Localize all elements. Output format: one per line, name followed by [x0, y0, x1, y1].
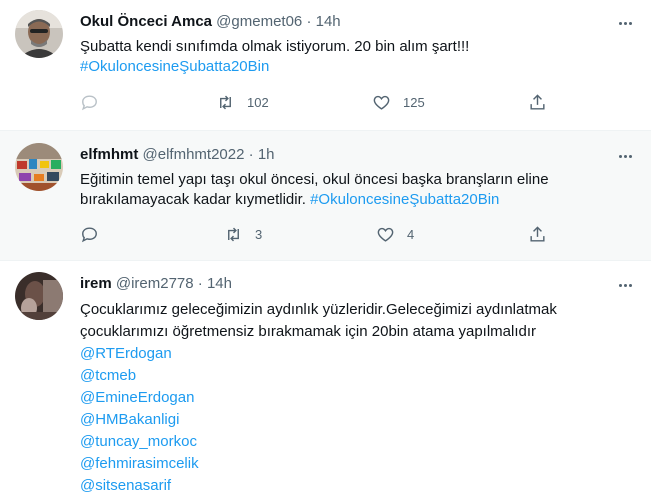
tweet-text-line: bırakılamayacak kadar kıymetlidir. #Okul… — [80, 190, 549, 210]
display-name[interactable]: Okul Önceci Amca — [80, 13, 212, 30]
separator-dot: · — [248, 146, 254, 163]
avatar[interactable] — [15, 272, 63, 320]
display-name[interactable]: irem — [80, 275, 112, 292]
tweet-header: irem @irem2778 · 14h — [80, 274, 232, 294]
tweet-text-line: Çocuklarımız geleceğimizin aydınlık yüzl… — [80, 301, 557, 318]
reply-icon — [81, 227, 97, 243]
display-name[interactable]: elfmhmt — [80, 146, 138, 163]
like-button[interactable]: 4 — [376, 225, 414, 244]
reply-button[interactable] — [80, 93, 99, 112]
tweet-actions: 3 4 — [80, 225, 560, 245]
avatar[interactable] — [15, 143, 63, 191]
like-count: 125 — [403, 95, 425, 110]
user-handle[interactable]: @gmemet06 — [216, 13, 302, 30]
hashtag-link[interactable]: #OkuloncesineŞubatta20Bin — [310, 191, 499, 208]
separator-dot: · — [306, 13, 312, 30]
share-icon — [530, 94, 545, 110]
user-handle[interactable]: @elfmhmt2022 — [143, 146, 245, 163]
more-icon[interactable] — [615, 146, 635, 166]
mention-link[interactable]: @fehmirasimcelik — [80, 453, 557, 475]
like-button[interactable]: 125 — [372, 93, 425, 112]
avatar[interactable] — [15, 10, 63, 58]
reply-button[interactable] — [80, 225, 99, 244]
more-icon[interactable] — [615, 275, 635, 295]
mention-link[interactable]: @sitsenasarif — [80, 475, 557, 497]
timestamp[interactable]: 14h — [316, 13, 341, 30]
like-count: 4 — [407, 227, 415, 242]
share-button[interactable] — [528, 93, 547, 112]
timestamp[interactable]: 14h — [207, 275, 232, 292]
reply-icon — [81, 95, 97, 111]
retweet-icon — [220, 95, 231, 110]
more-icon[interactable] — [615, 13, 635, 33]
share-icon — [530, 226, 545, 242]
tweet-header: elfmhmt @elfmhmt2022 · 1h — [80, 145, 275, 165]
mention-link[interactable]: @RTErdogan — [80, 343, 557, 365]
heart-icon — [373, 95, 390, 110]
share-button[interactable] — [528, 225, 547, 244]
tweet-text: Şubatta kendi sınıfımda olmak istiyorum.… — [80, 37, 469, 77]
tweet-actions: 102 125 — [80, 93, 560, 113]
mention-link[interactable]: @HMBakanligi — [80, 409, 557, 431]
retweet-button[interactable]: 3 — [224, 225, 262, 244]
hashtag-link[interactable]: #OkuloncesineŞubatta20Bin — [80, 57, 469, 77]
retweet-button[interactable]: 102 — [216, 93, 269, 112]
mention-link[interactable]: @tcmeb — [80, 365, 557, 387]
separator-dot: · — [197, 275, 203, 292]
retweet-count: 102 — [247, 95, 269, 110]
tweet-header: Okul Önceci Amca @gmemet06 · 14h — [80, 12, 341, 32]
user-handle[interactable]: @irem2778 — [116, 275, 194, 292]
retweet-count: 3 — [255, 227, 263, 242]
tweet-text: Çocuklarımız geleceğimizin aydınlık yüzl… — [80, 299, 557, 497]
mention-link[interactable]: @tuncay_morkoc — [80, 431, 557, 453]
retweet-icon — [228, 227, 239, 242]
timestamp[interactable]: 1h — [258, 146, 275, 163]
tweet-text-fragment: bırakılamayacak kadar kıymetlidir. — [80, 191, 306, 208]
heart-icon — [377, 227, 394, 242]
tweet-text-line: çocuklarımızı öğretmensiz bırakmamak içi… — [80, 323, 537, 340]
mention-link[interactable]: @EmineErdogan — [80, 387, 557, 409]
tweet-text-line: Eğitimin temel yapı taşı okul öncesi, ok… — [80, 171, 549, 188]
tweet-text: Eğitimin temel yapı taşı okul öncesi, ok… — [80, 170, 549, 210]
tweet-text-line: Şubatta kendi sınıfımda olmak istiyorum.… — [80, 38, 470, 55]
